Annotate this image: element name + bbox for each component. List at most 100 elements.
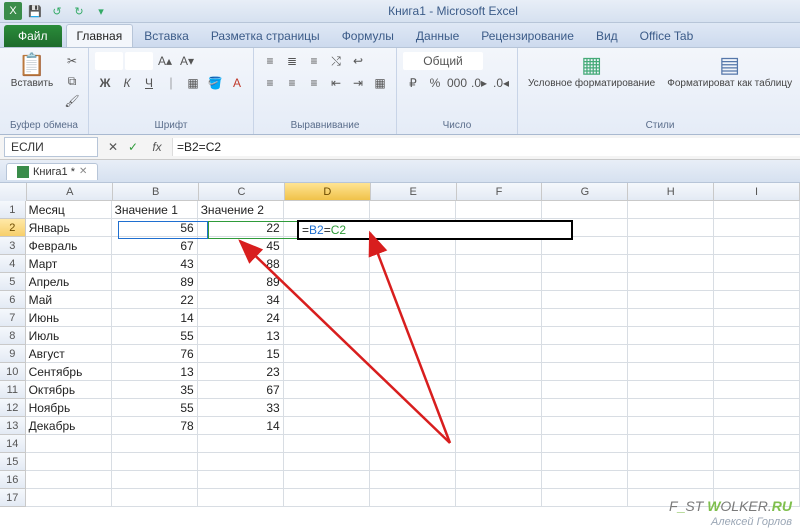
tab-view[interactable]: Вид <box>585 24 629 47</box>
row-header-15[interactable]: 15 <box>0 453 26 471</box>
align-center-icon[interactable]: ≡ <box>282 74 302 92</box>
italic-button[interactable]: К <box>117 74 137 92</box>
cell-A3[interactable]: Февраль <box>26 237 112 255</box>
cell-F15[interactable] <box>456 453 542 471</box>
decrease-font-icon[interactable]: A▾ <box>177 52 197 70</box>
increase-indent-icon[interactable]: ⇥ <box>348 74 368 92</box>
cell-H10[interactable] <box>628 363 714 381</box>
cell-A4[interactable]: Март <box>26 255 112 273</box>
cell-H14[interactable] <box>628 435 714 453</box>
cell-G7[interactable] <box>542 309 628 327</box>
cell-E16[interactable] <box>370 471 456 489</box>
cell-G6[interactable] <box>542 291 628 309</box>
cell-E13[interactable] <box>370 417 456 435</box>
row-header-5[interactable]: 5 <box>0 273 26 291</box>
cell-C11[interactable]: 67 <box>198 381 284 399</box>
cell-A1[interactable]: Месяц <box>26 201 112 219</box>
cell-I14[interactable] <box>714 435 800 453</box>
cell-D6[interactable] <box>284 291 370 309</box>
cell-C12[interactable]: 33 <box>198 399 284 417</box>
cell-B10[interactable]: 13 <box>112 363 198 381</box>
cell-D8[interactable] <box>284 327 370 345</box>
underline-button[interactable]: Ч <box>139 74 159 92</box>
cell-G15[interactable] <box>542 453 628 471</box>
cell-H4[interactable] <box>628 255 714 273</box>
cell-C15[interactable] <box>198 453 284 471</box>
cell-H5[interactable] <box>628 273 714 291</box>
cell-E9[interactable] <box>370 345 456 363</box>
number-format-combo[interactable]: Общий <box>403 52 483 70</box>
row-header-4[interactable]: 4 <box>0 255 26 273</box>
tab-data[interactable]: Данные <box>405 24 470 47</box>
cell-D1[interactable] <box>284 201 370 219</box>
cell-A8[interactable]: Июль <box>26 327 112 345</box>
enter-formula-icon[interactable]: ✓ <box>124 140 142 154</box>
cell-A17[interactable] <box>26 489 112 507</box>
cell-C8[interactable]: 13 <box>198 327 284 345</box>
col-header-C[interactable]: C <box>199 183 285 201</box>
cell-E8[interactable] <box>370 327 456 345</box>
wrap-text-icon[interactable]: ↩ <box>348 52 368 70</box>
cell-B1[interactable]: Значение 1 <box>112 201 198 219</box>
cell-B2[interactable]: 56 <box>112 219 198 237</box>
cell-D9[interactable] <box>284 345 370 363</box>
cell-E11[interactable] <box>370 381 456 399</box>
cell-G12[interactable] <box>542 399 628 417</box>
tab-office[interactable]: Office Tab <box>629 24 705 47</box>
cell-F16[interactable] <box>456 471 542 489</box>
cell-D10[interactable] <box>284 363 370 381</box>
cell-F13[interactable] <box>456 417 542 435</box>
cell-E17[interactable] <box>370 489 456 507</box>
cell-I8[interactable] <box>714 327 800 345</box>
file-tab[interactable]: Файл <box>4 25 62 47</box>
cell-C4[interactable]: 88 <box>198 255 284 273</box>
cell-A9[interactable]: Август <box>26 345 112 363</box>
cell-H6[interactable] <box>628 291 714 309</box>
cell-H15[interactable] <box>628 453 714 471</box>
cell-A12[interactable]: Ноябрь <box>26 399 112 417</box>
cell-G16[interactable] <box>542 471 628 489</box>
cell-I15[interactable] <box>714 453 800 471</box>
cell-B9[interactable]: 76 <box>112 345 198 363</box>
cell-F14[interactable] <box>456 435 542 453</box>
cell-D16[interactable] <box>284 471 370 489</box>
cell-H13[interactable] <box>628 417 714 435</box>
currency-icon[interactable]: ₽ <box>403 74 423 92</box>
col-header-H[interactable]: H <box>628 183 714 201</box>
cell-B12[interactable]: 55 <box>112 399 198 417</box>
cell-G17[interactable] <box>542 489 628 507</box>
align-top-icon[interactable]: ≡ <box>260 52 280 70</box>
cell-A15[interactable] <box>26 453 112 471</box>
row-header-12[interactable]: 12 <box>0 399 26 417</box>
row-header-14[interactable]: 14 <box>0 435 26 453</box>
cell-F17[interactable] <box>456 489 542 507</box>
cell-D13[interactable] <box>284 417 370 435</box>
cell-A6[interactable]: Май <box>26 291 112 309</box>
qat-customize-icon[interactable]: ▾ <box>92 2 110 20</box>
cell-G11[interactable] <box>542 381 628 399</box>
col-header-F[interactable]: F <box>457 183 543 201</box>
col-header-E[interactable]: E <box>371 183 457 201</box>
dec-decimal-icon[interactable]: .0◂ <box>491 74 511 92</box>
fill-color-icon[interactable]: 🪣 <box>205 74 225 92</box>
row-header-11[interactable]: 11 <box>0 381 26 399</box>
cell-A11[interactable]: Октябрь <box>26 381 112 399</box>
cell-D4[interactable] <box>284 255 370 273</box>
cell-I5[interactable] <box>714 273 800 291</box>
cell-B11[interactable]: 35 <box>112 381 198 399</box>
row-header-1[interactable]: 1 <box>0 201 26 219</box>
row-header-17[interactable]: 17 <box>0 489 26 507</box>
cell-H12[interactable] <box>628 399 714 417</box>
row-header-3[interactable]: 3 <box>0 237 26 255</box>
row-header-2[interactable]: 2 <box>0 219 26 237</box>
format-painter-icon[interactable]: 🖌 <box>62 92 82 110</box>
cell-I3[interactable] <box>714 237 800 255</box>
cell-H11[interactable] <box>628 381 714 399</box>
cut-icon[interactable]: ✂ <box>62 52 82 70</box>
cell-C13[interactable]: 14 <box>198 417 284 435</box>
cell-A2[interactable]: Январь <box>26 219 112 237</box>
cell-G5[interactable] <box>542 273 628 291</box>
cell-I2[interactable] <box>714 219 800 237</box>
row-header-7[interactable]: 7 <box>0 309 26 327</box>
row-header-9[interactable]: 9 <box>0 345 26 363</box>
